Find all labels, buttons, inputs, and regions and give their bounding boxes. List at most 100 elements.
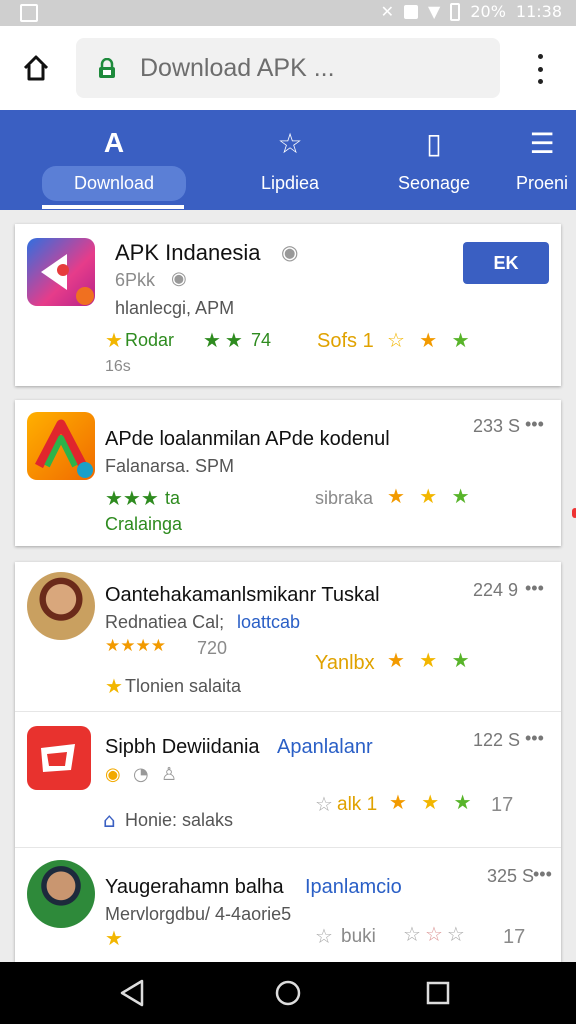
globe-icon: ◉ xyxy=(171,268,187,288)
list-item[interactable]: Yaugerahamn balha Ipanlamcio Mervlorgdbu… xyxy=(15,848,561,962)
item-title-accent: Apanlalanr xyxy=(277,736,373,758)
promo-stars: ☆ ★ ★ xyxy=(387,328,474,352)
install-button[interactable]: EK xyxy=(463,242,549,284)
apk-logo-icon: A xyxy=(103,127,125,158)
rating-text: ta xyxy=(165,488,181,508)
vibrate-icon xyxy=(404,4,419,19)
status-bar: ✕ ▼ 20% 11:38 xyxy=(0,0,576,26)
item-subtitle: Mervlorgdbu/ 4-4aorie5 xyxy=(105,904,292,924)
tab-label: Lipdiea xyxy=(260,173,320,193)
browser-toolbar: Download APK ... xyxy=(0,26,576,110)
badge-label: Yanlbx xyxy=(315,652,375,674)
promo-label: Sofs 1 xyxy=(317,330,374,352)
badge-stars: ★ ★ ★ xyxy=(387,648,474,672)
tab-label: Download xyxy=(41,166,187,201)
star-icon: ☆ xyxy=(315,924,333,948)
list-icon: ☰ xyxy=(529,126,555,160)
list-item[interactable]: Sipbh Dewiidania Apanlalanr ◉ ◔ ♙ ⌂ Honi… xyxy=(15,712,561,848)
more-icon[interactable]: ••• xyxy=(533,864,552,885)
more-icon[interactable]: ••• xyxy=(525,578,544,599)
item-size: 122 S xyxy=(473,730,521,750)
badge-stars: ★ ★ ★ xyxy=(389,790,476,814)
battery-percent: 20% xyxy=(470,2,506,21)
avatar xyxy=(27,860,95,928)
app-title: APK Indanesia xyxy=(115,240,261,265)
badge-icon: ♙ xyxy=(161,764,178,785)
home-icon: ⌂ xyxy=(103,808,116,832)
badge-label: alk 1 xyxy=(337,794,378,815)
featured-app-card[interactable]: APK Indanesia ◉ 6Pkk ◉ hlanlecgi, APM ★ … xyxy=(15,224,561,386)
home-icon[interactable] xyxy=(22,54,50,82)
tab-seonage[interactable]: ▯ Seonage xyxy=(384,110,484,210)
star-icon: ★ xyxy=(105,330,123,352)
rating-count: 720 xyxy=(197,638,228,658)
item-tag: Honie: salaks xyxy=(125,810,234,830)
category-tabs: A Download ☆ Lipdiea ▯ Seonage ☰ Proeni xyxy=(0,110,576,210)
url-text: Download APK ... xyxy=(140,54,335,82)
star-icon: ★ xyxy=(105,676,123,698)
gallery-notification-icon xyxy=(20,4,38,22)
app-icon xyxy=(27,726,91,790)
more-icon[interactable]: ••• xyxy=(525,728,544,749)
tab-proeni[interactable]: ☰ Proeni xyxy=(508,110,576,210)
home-button-icon[interactable] xyxy=(274,978,302,1008)
item-extra: 17 xyxy=(491,794,514,816)
tab-label: Seonage xyxy=(397,173,471,193)
star-icon: ☆ xyxy=(277,126,303,160)
download-count: 16s xyxy=(105,358,131,375)
rating-text: Rodar xyxy=(125,330,175,350)
category-text: Cralainga xyxy=(105,514,183,534)
badge-stars: ★ ★ ★ xyxy=(387,484,474,508)
item-title: Sipbh Dewiidania xyxy=(105,736,260,758)
item-extra: 17 xyxy=(503,926,526,948)
star-icon: ★ xyxy=(105,928,123,950)
back-icon[interactable] xyxy=(118,978,146,1008)
app-meta: hlanlecgi, APM xyxy=(115,298,235,318)
battery-icon xyxy=(450,2,461,21)
app-size: 233 S xyxy=(473,416,521,436)
app-card[interactable]: APde loalanmilan APde kodenul Falanarsa.… xyxy=(15,400,561,546)
item-title: Oantehakamanlsmikanr Tuskal xyxy=(105,584,380,606)
mute-icon: ✕ xyxy=(380,2,395,21)
item-size: 325 S xyxy=(487,866,535,886)
clock-icon: ◔ xyxy=(133,764,149,785)
list-item[interactable]: Oantehakamanlsmikanr Tuskal Rednatiea Ca… xyxy=(15,562,561,712)
more-icon[interactable]: ••• xyxy=(525,414,544,435)
apk-app-logo-icon xyxy=(41,254,94,305)
star-icon: ☆ xyxy=(315,792,333,816)
rating-stars: ★★★★ xyxy=(105,636,166,656)
overflow-menu-icon[interactable] xyxy=(532,54,548,84)
lock-icon xyxy=(99,58,115,78)
badge-stars: ☆☆☆ xyxy=(403,922,469,946)
globe-icon: ◉ xyxy=(281,242,299,264)
a-logo-icon xyxy=(35,419,93,478)
item-title: Yaugerahamn balha xyxy=(105,876,284,898)
tablet-icon: ▯ xyxy=(426,126,442,160)
rating-stars: ★★ xyxy=(203,328,247,352)
app-title: APde loalanmilan APde kodenul xyxy=(105,428,390,450)
flag-logo-icon xyxy=(41,744,75,772)
app-icon xyxy=(27,238,95,306)
app-icon xyxy=(27,412,95,480)
app-list: Oantehakamanlsmikanr Tuskal Rednatiea Ca… xyxy=(15,562,561,962)
address-bar[interactable]: Download APK ... xyxy=(76,38,500,98)
rating-stars: ★★★ xyxy=(105,486,159,510)
app-publisher: 6Pkk xyxy=(115,270,156,290)
wifi-icon: ▼ xyxy=(428,2,441,21)
system-navigation-bar xyxy=(0,962,576,1024)
scroll-indicator xyxy=(572,508,576,518)
tab-download[interactable]: A Download xyxy=(40,110,188,210)
badge-label: sibraka xyxy=(315,488,374,508)
tab-label: Proeni xyxy=(515,173,569,193)
coin-icon: ◉ xyxy=(105,764,121,785)
item-subtitle: Rednatiea Cal; xyxy=(105,612,225,632)
item-title-accent: Ipanlamcio xyxy=(305,876,402,898)
tab-lipdiea[interactable]: ☆ Lipdiea xyxy=(240,110,340,210)
item-subtitle-link[interactable]: loattcab xyxy=(237,612,300,633)
recents-icon[interactable] xyxy=(424,978,452,1008)
avatar xyxy=(27,572,95,640)
rating-count: 74 xyxy=(251,330,272,350)
item-size: 224 9 xyxy=(473,580,519,600)
badge-label: buki xyxy=(341,926,376,947)
app-subtitle: Falanarsa. SPM xyxy=(105,456,235,476)
